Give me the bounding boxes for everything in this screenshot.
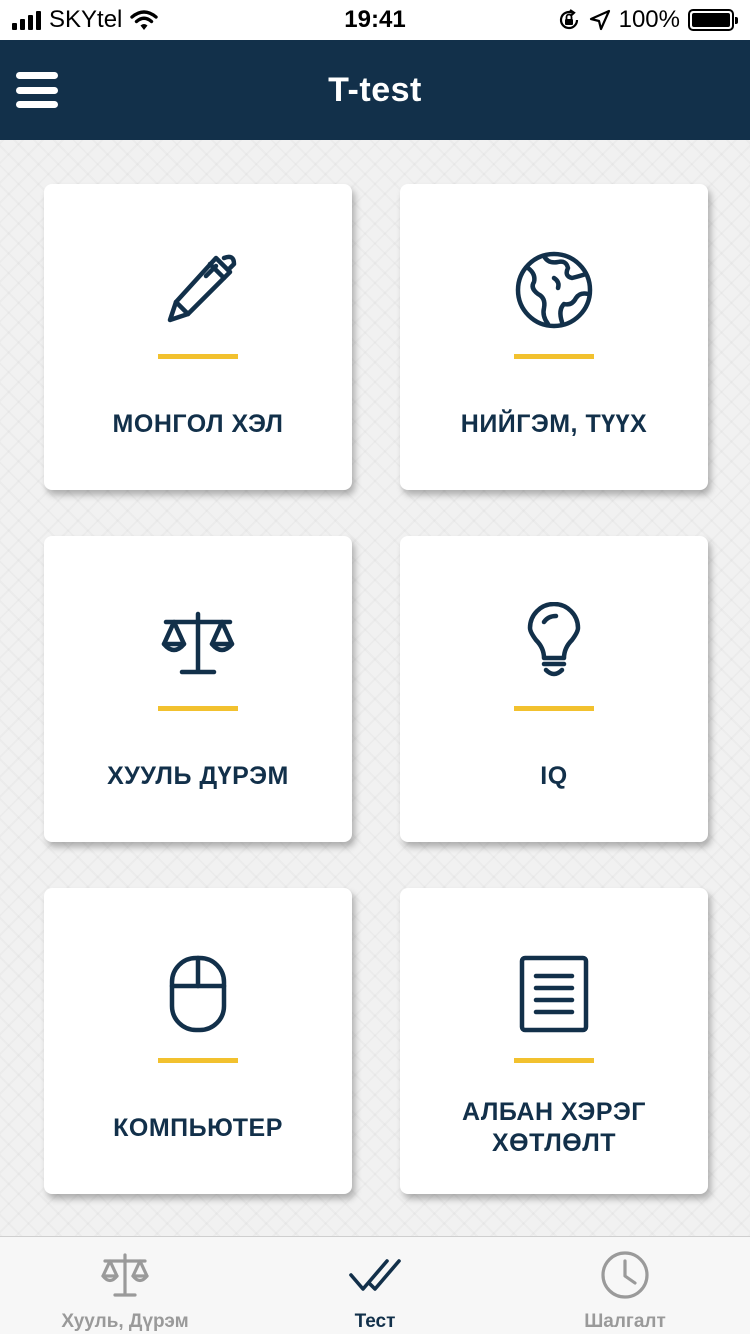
category-card-niigem-tuuh[interactable]: НИЙГЭМ, ТҮҮХ [400,184,708,490]
tab-bar: Хууль, Дүрэм Тест Шалгалт [0,1236,750,1334]
document-icon [514,954,594,1034]
tab-shalgalt[interactable]: Шалгалт [500,1237,750,1334]
lightbulb-icon [514,602,594,682]
app-header: T-test [0,40,750,140]
page-title: T-test [328,70,422,109]
hamburger-menu-icon[interactable] [16,72,58,108]
battery-percent: 100% [618,6,680,33]
card-underline [158,354,238,359]
category-card-alban-hereg[interactable]: АЛБАН ХЭРЭГ ХӨТЛӨЛТ [400,888,708,1194]
carrier-name: SKYtel [49,6,123,33]
pen-icon [158,250,238,330]
category-card-kompyuter[interactable]: КОМПЬЮТЕР [44,888,352,1194]
category-label: КОМПЬЮТЕР [113,1113,283,1142]
status-bar: SKYtel 19:41 100% [0,0,750,40]
signal-icon [12,10,41,30]
category-card-mongol-hel[interactable]: МОНГОЛ ХЭЛ [44,184,352,490]
status-left: SKYtel [12,6,159,34]
category-grid: МОНГОЛ ХЭЛ НИЙГЭМ, ТҮҮХ ХУУЛЬ ДҮРЭМ IQ К… [0,140,750,1236]
category-card-huuli-durem[interactable]: ХУУЛЬ ДҮРЭМ [44,536,352,842]
category-label: НИЙГЭМ, ТҮҮХ [460,409,648,438]
mouse-icon [158,954,238,1034]
globe-icon [514,250,594,330]
battery-icon [688,9,738,31]
card-underline [158,706,238,711]
category-label: МОНГОЛ ХЭЛ [112,409,284,438]
category-card-iq[interactable]: IQ [400,536,708,842]
orientation-lock-icon [559,9,578,30]
tab-label: Шалгалт [584,1311,666,1332]
category-label: АЛБАН ХЭРЭГ ХӨТЛӨЛТ [462,1098,646,1157]
tab-test[interactable]: Тест [250,1237,500,1334]
clock-icon [599,1249,651,1301]
tab-huuli-durem[interactable]: Хууль, Дүрэм [0,1237,250,1334]
category-label: ХУУЛЬ ДҮРЭМ [107,761,289,790]
category-label: IQ [540,761,568,790]
tab-label: Тест [354,1311,396,1332]
scales-icon [99,1249,151,1301]
wifi-icon [130,10,159,30]
status-right: 100% [557,6,738,34]
tab-label: Хууль, Дүрэм [61,1311,189,1332]
card-underline [158,1058,238,1063]
scales-icon [158,602,238,682]
card-underline [514,706,594,711]
card-underline [514,1058,594,1063]
card-underline [514,354,594,359]
location-arrow-icon [589,9,610,31]
double-check-icon [349,1249,401,1301]
